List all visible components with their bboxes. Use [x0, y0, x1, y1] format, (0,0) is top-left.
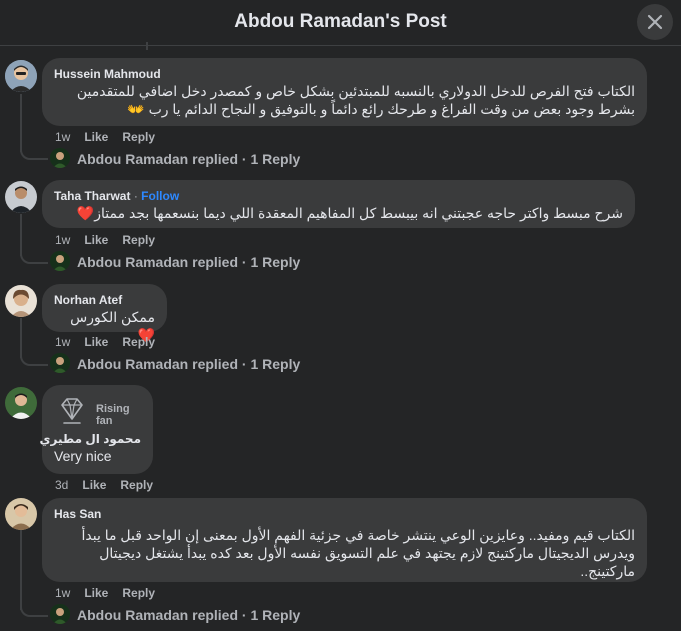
comment-time[interactable]: 1w — [55, 335, 70, 349]
separator: · — [133, 189, 138, 203]
comment-author-row: Taha Tharwat · Follow — [54, 188, 623, 204]
comment-text-line: ويدرس الديجيتال ماركتينج لازم يجتهد في ع… — [99, 545, 635, 561]
avatar[interactable] — [5, 181, 37, 213]
comment-actions: 1w Like Reply — [55, 586, 169, 600]
avatar — [50, 353, 70, 373]
comment-actions: 1w Like Reply — [55, 233, 169, 247]
comment-actions: 1w Like Reply — [55, 335, 169, 349]
avatar[interactable] — [5, 387, 37, 419]
comment-time[interactable]: 3d — [55, 478, 68, 492]
avatar — [50, 251, 70, 271]
close-button[interactable] — [637, 4, 673, 40]
view-replies-link[interactable]: Abdou Ramadan replied · 1 Reply — [77, 356, 300, 372]
close-icon — [647, 14, 663, 30]
comment-bubble: Rising fan محمود ال مطيري Very nice — [40, 385, 153, 474]
reply-connector — [20, 250, 48, 264]
comment-author[interactable]: Norhan Atef — [54, 292, 155, 308]
reply-connector — [20, 146, 48, 160]
avatar — [50, 604, 70, 624]
reply-button[interactable]: Reply — [120, 478, 153, 492]
comment-actions: 1w Like Reply — [55, 130, 169, 144]
like-button[interactable]: Like — [82, 478, 106, 492]
comment-text-line: الكتاب فتح الفرص للدخل الدولاري بالنسبه … — [76, 83, 635, 99]
previous-comment-tail — [0, 42, 681, 58]
comment-author[interactable]: Has San — [54, 506, 635, 522]
view-replies-link[interactable]: Abdou Ramadan replied · 1 Reply — [77, 254, 300, 270]
avatar[interactable] — [5, 60, 37, 92]
reply-button[interactable]: Reply — [122, 130, 155, 144]
badge-label: Rising fan — [96, 403, 130, 427]
comment-text-line: شرح مبسط واكتر حاجه عجبتني انه بيبسط كل … — [76, 205, 623, 221]
view-replies-link[interactable]: Abdou Ramadan replied · 1 Reply — [77, 607, 300, 623]
comment-author[interactable]: Taha Tharwat — [54, 189, 130, 203]
like-button[interactable]: Like — [84, 233, 108, 247]
reply-connector — [20, 603, 48, 617]
comment-text-line: Very nice — [54, 448, 112, 464]
like-button[interactable]: Like — [84, 130, 108, 144]
avatar — [50, 148, 70, 168]
comment-bubble: Taha Tharwat · Follow شرح مبسط واكتر حاج… — [42, 180, 635, 228]
comment-bubble: Hussein Mahmoud الكتاب فتح الفرص للدخل ا… — [42, 58, 647, 126]
dialog-header: Abdou Ramadan's Post — [0, 0, 681, 46]
like-button[interactable]: Like — [84, 586, 108, 600]
reply-button[interactable]: Reply — [122, 586, 155, 600]
avatar[interactable] — [5, 498, 37, 530]
thread-line — [20, 94, 22, 152]
reply-connector — [20, 352, 48, 366]
follow-button[interactable]: Follow — [141, 189, 179, 203]
comment-text-line: الكتاب قيم ومفيد.. وعايزين الوعي ينتشر خ… — [81, 527, 635, 543]
diamond-icon — [61, 398, 83, 424]
comment-author[interactable]: محمود ال مطيري — [40, 431, 141, 447]
thread-line — [20, 530, 22, 610]
view-replies-link[interactable]: Abdou Ramadan replied · 1 Reply — [77, 151, 300, 167]
comment-bubble: Norhan Atef ممكن الكورس ❤️ — [42, 284, 167, 343]
reply-button[interactable]: Reply — [122, 233, 155, 247]
comment-time[interactable]: 1w — [55, 586, 70, 600]
reply-button[interactable]: Reply — [122, 335, 155, 349]
comment-text-line: ماركتينج.. — [580, 563, 635, 579]
comment-actions: 3d Like Reply — [55, 478, 167, 492]
comment-time[interactable]: 1w — [55, 130, 70, 144]
comment-text-line: بشرط وجود بعض من وقت الفراغ و طرحك رائع … — [127, 101, 635, 117]
comment-bubble: Has San الكتاب قيم ومفيد.. وعايزين الوعي… — [42, 498, 647, 582]
dialog-title: Abdou Ramadan's Post — [234, 11, 447, 32]
avatar[interactable] — [5, 285, 37, 317]
like-button[interactable]: Like — [84, 335, 108, 349]
comment-time[interactable]: 1w — [55, 233, 70, 247]
rising-fan-badge[interactable]: Rising fan — [54, 393, 141, 431]
comment-author[interactable]: Hussein Mahmoud — [54, 66, 635, 82]
